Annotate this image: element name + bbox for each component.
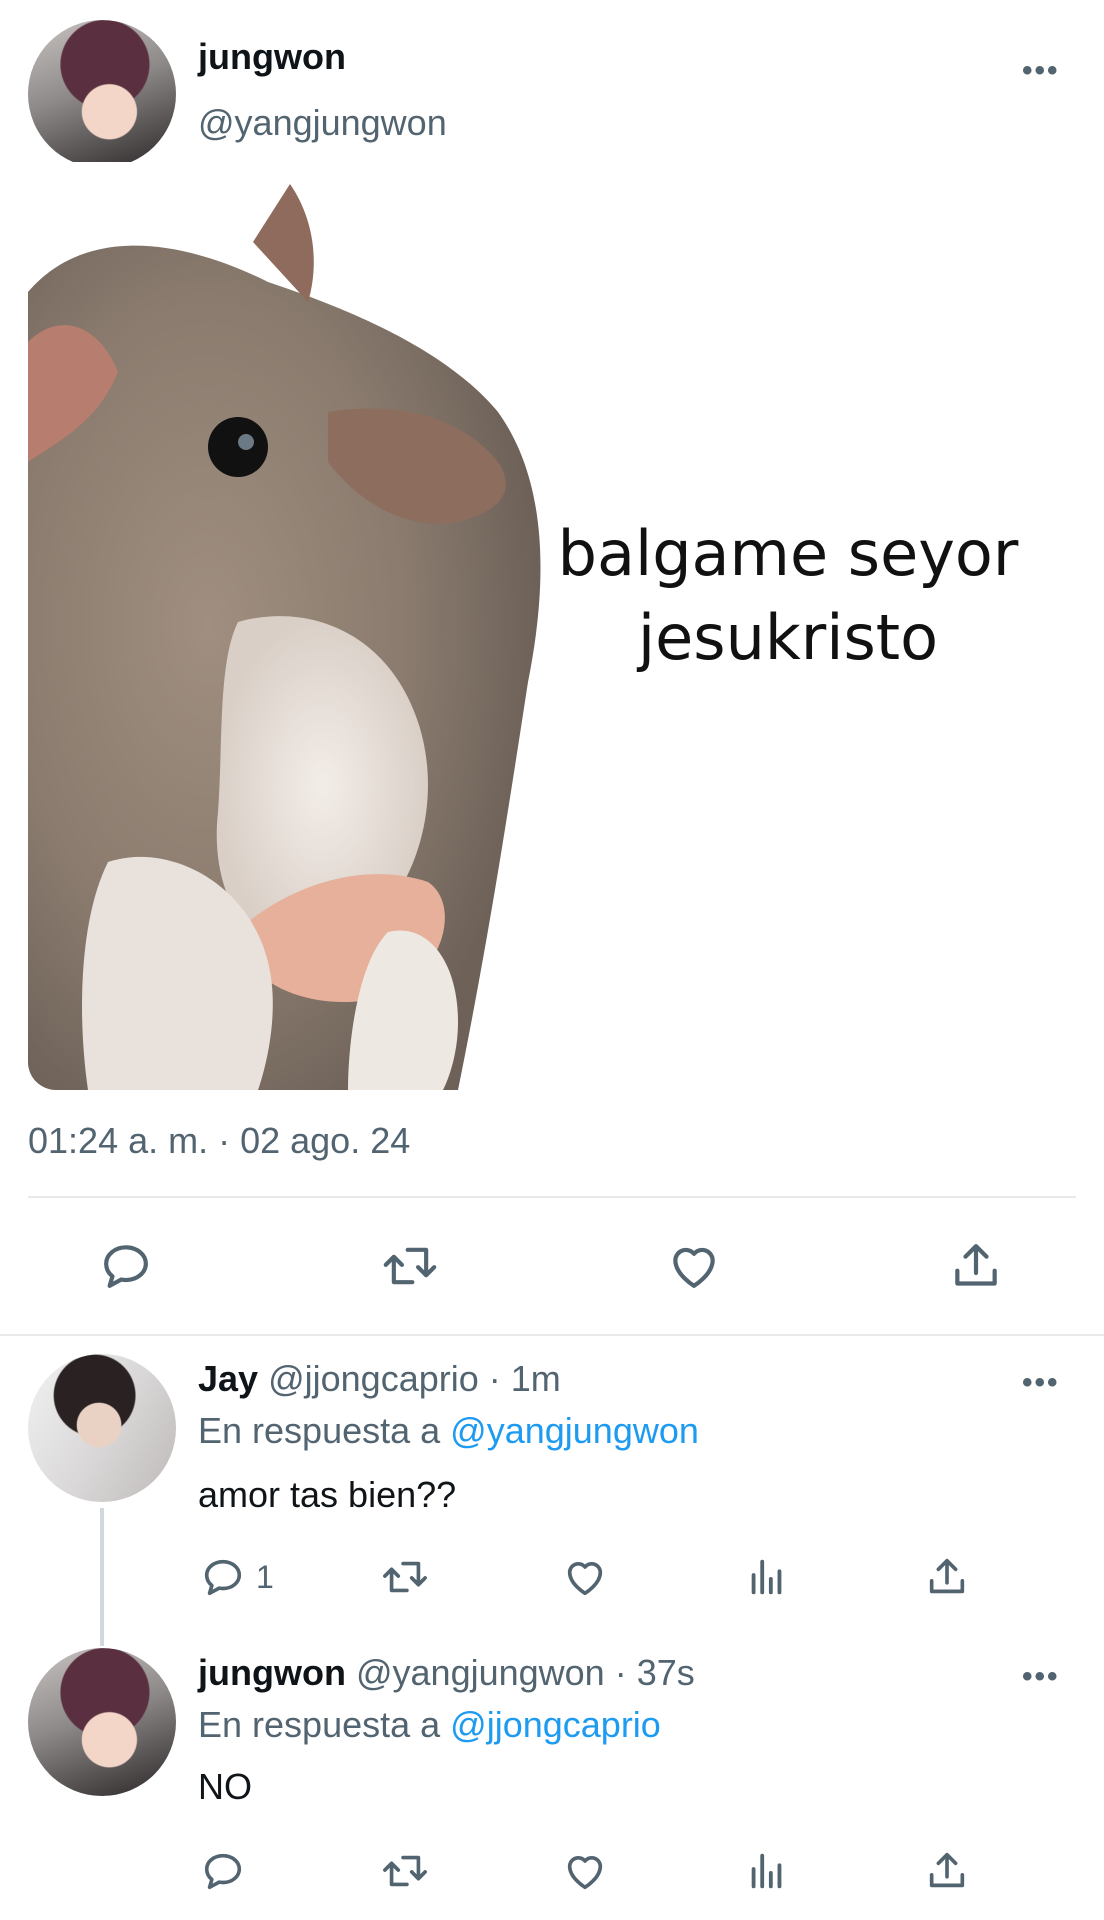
share-icon <box>929 1558 965 1594</box>
reply-text: amor tas bien?? <box>198 1474 457 1515</box>
reply-icon <box>204 1559 242 1596</box>
author-name[interactable]: jungwon <box>198 36 346 78</box>
retweet-button[interactable] <box>380 1238 440 1294</box>
retweet-icon <box>383 1561 427 1593</box>
reply-text: NO <box>198 1766 252 1807</box>
more-options-icon[interactable]: ••• <box>1022 54 1060 88</box>
reply-avatar[interactable] <box>28 1648 176 1796</box>
share-button[interactable] <box>924 1848 970 1894</box>
reply-header: Jay @jjongcaprio · 1m <box>198 1358 561 1400</box>
retweet-icon <box>383 1855 427 1887</box>
views-button[interactable] <box>744 1848 790 1894</box>
retweet-icon <box>383 1247 437 1285</box>
divider <box>28 1196 1076 1198</box>
views-bars-icon <box>751 1853 782 1889</box>
reply-author-name[interactable]: jungwon <box>198 1652 346 1693</box>
reply-icon <box>104 1245 148 1288</box>
reply-header: jungwon @yangjungwon · 37s <box>198 1652 695 1694</box>
tweet-image[interactable]: balgame seyor jesukristo <box>28 162 1076 1090</box>
views-button[interactable] <box>744 1554 790 1600</box>
reply-prefix: En respuesta a <box>198 1704 441 1745</box>
reply-time[interactable]: · 1m <box>489 1358 561 1399</box>
reply-author-handle[interactable]: @jjongcaprio <box>268 1358 479 1399</box>
reply-icon <box>204 1853 242 1890</box>
heart-icon <box>567 1562 603 1596</box>
heart-icon <box>673 1247 715 1288</box>
divider <box>0 1334 1104 1336</box>
reply-to-link[interactable]: @yangjungwon <box>450 1410 699 1451</box>
like-button[interactable] <box>562 1554 608 1600</box>
reply-context: En respuesta a @jjongcaprio <box>198 1704 661 1746</box>
thread-line <box>100 1508 104 1646</box>
reply-author-name[interactable]: Jay <box>198 1358 258 1399</box>
reply-button[interactable] <box>200 1848 246 1894</box>
reply-author-handle[interactable]: @yangjungwon <box>356 1652 605 1693</box>
reply-prefix: En respuesta a <box>198 1410 441 1451</box>
reply-avatar[interactable] <box>28 1354 176 1502</box>
image-caption-line1: balgame seyor <box>557 517 1019 590</box>
like-button[interactable] <box>666 1238 722 1294</box>
reply-button[interactable]: 1 <box>200 1554 274 1600</box>
heart-icon <box>567 1856 603 1890</box>
retweet-button[interactable] <box>380 1554 430 1600</box>
reply-to-link[interactable]: @jjongcaprio <box>450 1704 661 1745</box>
share-button[interactable] <box>948 1238 1004 1294</box>
reply-context: En respuesta a @yangjungwon <box>198 1410 699 1452</box>
more-options-icon[interactable]: ••• <box>1022 1366 1060 1400</box>
reply-button[interactable] <box>98 1238 154 1294</box>
image-caption-line2: jesukristo <box>637 601 939 674</box>
retweet-button[interactable] <box>380 1848 430 1894</box>
share-icon <box>955 1244 997 1286</box>
like-button[interactable] <box>562 1848 608 1894</box>
reply-time[interactable]: · 37s <box>615 1652 695 1693</box>
tweet-timestamp[interactable]: 01:24 a. m. · 02 ago. 24 <box>28 1120 410 1162</box>
author-avatar[interactable] <box>28 20 176 168</box>
share-icon <box>929 1852 965 1888</box>
more-options-icon[interactable]: ••• <box>1022 1660 1060 1694</box>
views-bars-icon <box>751 1559 782 1595</box>
reply-count: 1 <box>256 1558 274 1595</box>
share-button[interactable] <box>924 1554 970 1600</box>
author-handle[interactable]: @yangjungwon <box>198 102 447 144</box>
